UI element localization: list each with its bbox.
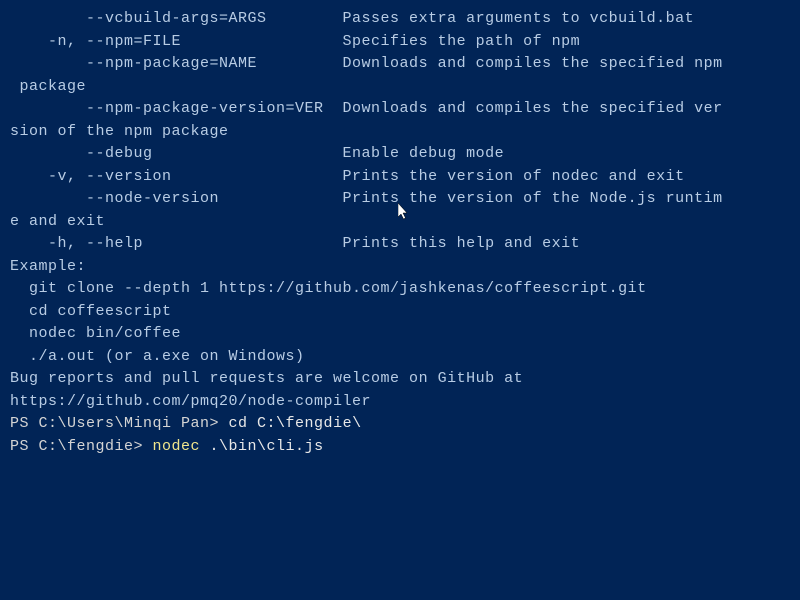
help-line: Example:: [10, 256, 790, 279]
help-line: git clone --depth 1 https://github.com/j…: [10, 278, 790, 301]
help-line: -v, --version Prints the version of node…: [10, 166, 790, 189]
help-line: package: [10, 76, 790, 99]
ps-prompt: PS C:\fengdie>: [10, 438, 153, 455]
command-yellow: nodec: [153, 438, 201, 455]
help-line: -n, --npm=FILE Specifies the path of npm: [10, 31, 790, 54]
prompt-line-2[interactable]: PS C:\fengdie> nodec .\bin\cli.js: [10, 436, 790, 459]
ps-prompt: PS C:\Users\Minqi Pan>: [10, 415, 229, 432]
prompt-line-1[interactable]: PS C:\Users\Minqi Pan> cd C:\fengdie\: [10, 413, 790, 436]
help-line: sion of the npm package: [10, 121, 790, 144]
help-line: --vcbuild-args=ARGS Passes extra argumen…: [10, 8, 790, 31]
help-line: --node-version Prints the version of the…: [10, 188, 790, 211]
help-line: -h, --help Prints this help and exit: [10, 233, 790, 256]
help-line: --debug Enable debug mode: [10, 143, 790, 166]
command-text: cd C:\fengdie\: [229, 415, 362, 432]
terminal-output: --vcbuild-args=ARGS Passes extra argumen…: [10, 8, 790, 413]
command-arg: .\bin\cli.js: [200, 438, 324, 455]
help-line: --npm-package=NAME Downloads and compile…: [10, 53, 790, 76]
help-line: cd coffeescript: [10, 301, 790, 324]
help-line: ./a.out (or a.exe on Windows): [10, 346, 790, 369]
help-line: https://github.com/pmq20/node-compiler: [10, 391, 790, 414]
help-line: Bug reports and pull requests are welcom…: [10, 368, 790, 391]
help-line: nodec bin/coffee: [10, 323, 790, 346]
help-line: e and exit: [10, 211, 790, 234]
help-line: --npm-package-version=VER Downloads and …: [10, 98, 790, 121]
